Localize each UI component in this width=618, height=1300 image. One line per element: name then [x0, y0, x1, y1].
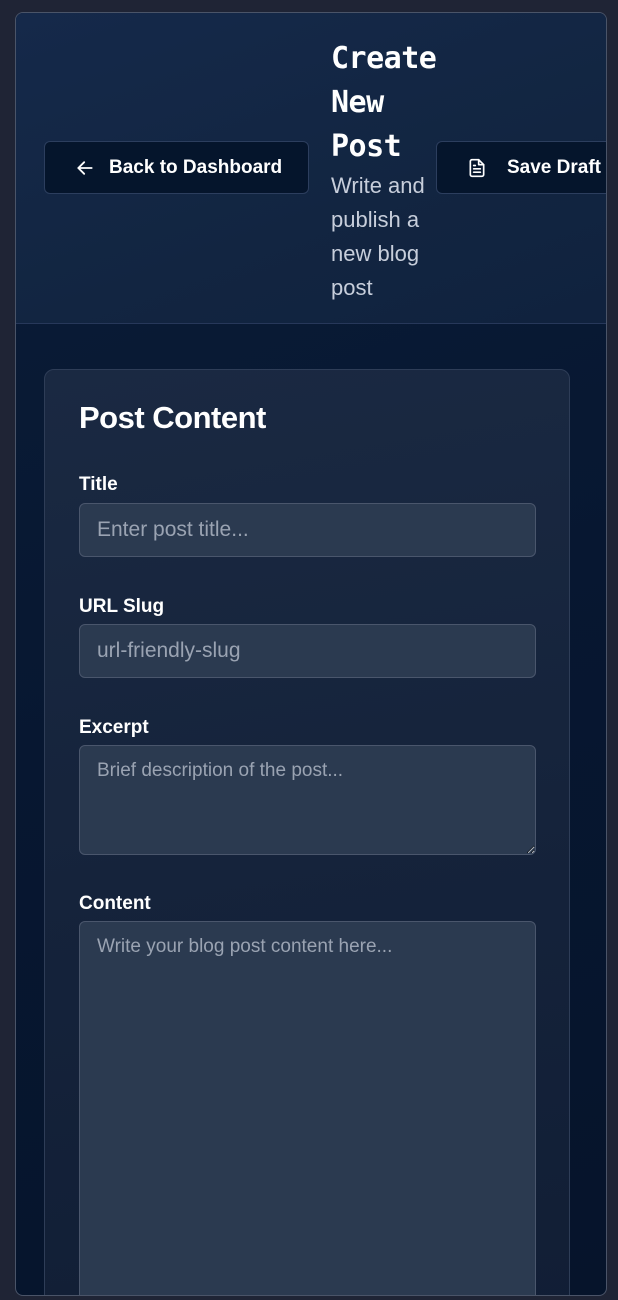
page-title-line: New — [331, 85, 384, 120]
excerpt-label: Excerpt — [79, 717, 149, 738]
page-subtitle-line: post — [331, 275, 373, 300]
slug-input[interactable] — [79, 624, 536, 678]
app-window: Back to Dashboard Create New Post Write … — [15, 12, 607, 1296]
excerpt-textarea[interactable] — [79, 745, 536, 855]
page-subtitle: Write and publish a new blog post — [331, 169, 446, 305]
back-button-label: Back to Dashboard — [109, 156, 283, 178]
page-title-line: Create — [331, 41, 437, 76]
save-draft-button[interactable]: Save Draft — [436, 141, 606, 194]
page-title: Create New Post — [331, 37, 446, 169]
title-input[interactable] — [79, 503, 536, 557]
content-textarea[interactable] — [79, 921, 536, 1295]
page-title-line: Post — [331, 129, 402, 164]
page-header: Back to Dashboard Create New Post Write … — [16, 13, 606, 324]
back-to-dashboard-button[interactable]: Back to Dashboard — [44, 141, 309, 194]
content-label: Content — [79, 893, 151, 914]
page-subtitle-line: publish a — [331, 207, 420, 232]
slug-label: URL Slug — [79, 596, 165, 617]
post-content-card: Post Content Title URL Slug Excerpt Cont… — [44, 369, 570, 1295]
section-title: Post Content — [79, 400, 266, 435]
document-icon — [469, 158, 485, 177]
page-title-block: Create New Post Write and publish a new … — [331, 37, 446, 305]
page-subtitle-line: new blog — [331, 241, 420, 266]
title-label: Title — [79, 474, 118, 495]
save-draft-label: Save Draft — [507, 156, 601, 178]
arrow-left-icon — [77, 160, 93, 175]
page-subtitle-line: Write and — [331, 173, 425, 198]
